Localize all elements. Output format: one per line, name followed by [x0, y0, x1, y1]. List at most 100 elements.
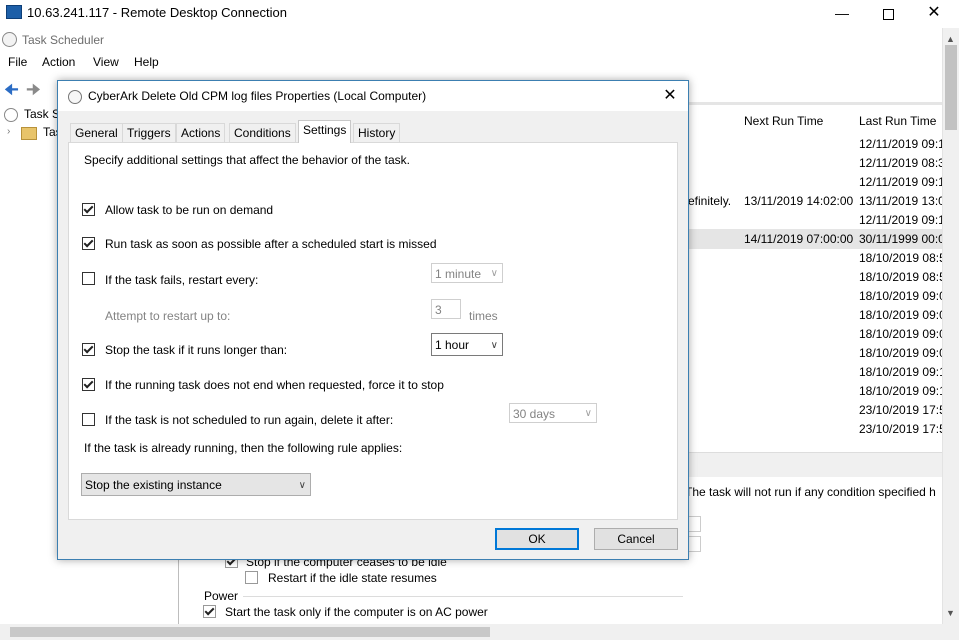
- menu-file[interactable]: File: [8, 55, 27, 69]
- idle-restart-label: Restart if the idle state resumes: [268, 571, 437, 585]
- navigation-tree: Task S › Tas: [0, 100, 62, 640]
- tab-settings[interactable]: Settings: [298, 120, 352, 143]
- allow-demand-label[interactable]: Allow task to be run on demand: [105, 203, 273, 217]
- close-icon: ✕: [663, 87, 677, 104]
- horizontal-scrollbar[interactable]: [0, 624, 959, 640]
- last-run-value: 18/10/2019 09:0: [859, 308, 942, 322]
- stop-duration-value: 1 hour: [435, 338, 470, 352]
- conditions-warning-text: The task will not run if any condition s…: [685, 485, 936, 499]
- menu-action[interactable]: Action: [42, 55, 75, 69]
- scroll-thumb[interactable]: [945, 45, 957, 130]
- hscroll-thumb[interactable]: [10, 627, 490, 637]
- column-next-run-time[interactable]: Next Run Time: [744, 114, 823, 128]
- power-group-line: [243, 596, 683, 597]
- chevron-down-icon: ∨: [490, 268, 498, 279]
- tab-general[interactable]: General: [70, 123, 123, 143]
- last-run-value: 18/10/2019 09:0: [859, 327, 942, 341]
- right-combo-stub: [688, 516, 701, 532]
- row-fragment-text: efinitely.: [688, 194, 732, 208]
- tab-actions[interactable]: Actions: [176, 123, 226, 143]
- delete-after-value: 30 days: [513, 407, 556, 421]
- dialog-title: CyberArk Delete Old CPM log files Proper…: [88, 89, 427, 103]
- menu-help[interactable]: Help: [134, 55, 159, 69]
- tab-history[interactable]: History: [353, 123, 401, 143]
- maximize-icon: [882, 8, 894, 20]
- rule-label: If the task is already running, then the…: [84, 441, 403, 455]
- conditions-panel-visible-area: Stop if the computer ceases to be idle R…: [178, 555, 699, 624]
- restart-fail-checkbox[interactable]: [82, 272, 95, 285]
- folder-icon: [21, 127, 37, 140]
- delete-after-checkbox[interactable]: [82, 413, 95, 426]
- column-last-run-time[interactable]: Last Run Time: [859, 114, 936, 128]
- task-scheduler-title: Task Scheduler: [22, 33, 105, 47]
- dialog-close-button[interactable]: ✕: [658, 85, 682, 107]
- chevron-down-icon: ∨: [490, 340, 498, 351]
- idle-restart-checkbox[interactable]: [245, 571, 258, 584]
- settings-intro: Specify additional settings that affect …: [84, 153, 410, 167]
- close-button[interactable]: ✕: [911, 0, 957, 26]
- task-properties-dialog: CyberArk Delete Old CPM log files Proper…: [57, 80, 689, 560]
- scroll-down-icon[interactable]: ▼: [946, 608, 955, 618]
- last-run-value: 18/10/2019 09:1: [859, 365, 942, 379]
- last-run-value: 23/10/2019 17:5: [859, 422, 942, 436]
- task-clock-icon: [68, 90, 82, 104]
- vertical-scrollbar[interactable]: ▲ ▼: [942, 28, 959, 624]
- tab-triggers[interactable]: Triggers: [122, 123, 176, 143]
- tree-root-label[interactable]: Task S: [24, 107, 60, 121]
- last-run-value: 18/10/2019 09:1: [859, 384, 942, 398]
- last-run-value: 30/11/1999 00:0: [859, 232, 942, 246]
- last-run-value: 12/11/2019 09:1: [859, 213, 942, 227]
- last-run-value: 12/11/2019 08:3: [859, 156, 942, 170]
- last-run-value: 13/11/2019 13:0: [859, 194, 942, 208]
- delete-after-select[interactable]: 30 days ∨: [509, 403, 597, 423]
- power-group-label: Power: [204, 589, 239, 603]
- tab-conditions[interactable]: Conditions: [229, 123, 296, 143]
- stop-longer-label[interactable]: Stop the task if it runs longer than:: [105, 343, 287, 357]
- rule-value: Stop the existing instance: [85, 478, 222, 492]
- tree-root-icon: [4, 108, 18, 122]
- chevron-down-icon: ∨: [584, 408, 592, 419]
- scroll-up-icon[interactable]: ▲: [946, 34, 955, 44]
- dialog-titlebar: CyberArk Delete Old CPM log files Proper…: [58, 81, 688, 111]
- clock-icon: [2, 32, 17, 47]
- delete-after-label[interactable]: If the task is not scheduled to run agai…: [105, 413, 393, 427]
- restart-interval-select[interactable]: 1 minute ∨: [431, 263, 503, 283]
- restart-attempts-value: 3: [435, 303, 442, 317]
- maximize-button[interactable]: [865, 0, 911, 26]
- allow-demand-checkbox[interactable]: [82, 203, 95, 216]
- restart-interval-value: 1 minute: [435, 267, 482, 281]
- next-run-value: 14/11/2019 07:00:00: [744, 232, 854, 246]
- cancel-button[interactable]: Cancel: [594, 528, 678, 550]
- power-ac-label: Start the task only if the computer is o…: [225, 605, 488, 619]
- power-ac-checkbox[interactable]: [203, 605, 216, 618]
- next-run-value: 13/11/2019 14:02:00: [744, 194, 854, 208]
- rdp-titlebar: 10.63.241.117 - Remote Desktop Connectio…: [0, 0, 959, 26]
- last-run-value: 18/10/2019 09:0: [859, 346, 942, 360]
- last-run-value: 18/10/2019 09:0: [859, 289, 942, 303]
- last-run-value: 18/10/2019 08:5: [859, 251, 942, 265]
- restart-fail-label[interactable]: If the task fails, restart every:: [105, 273, 258, 287]
- restart-attempts-label: Attempt to restart up to:: [105, 309, 231, 323]
- rdp-window-title: 10.63.241.117 - Remote Desktop Connectio…: [27, 5, 287, 20]
- force-stop-checkbox[interactable]: [82, 378, 95, 391]
- chevron-down-icon: ∨: [298, 480, 306, 491]
- task-scheduler-titlebar: Task Scheduler: [0, 28, 944, 52]
- column-divider: [688, 102, 942, 105]
- menu-view[interactable]: View: [93, 55, 119, 69]
- restart-attempts-unit: times: [469, 309, 498, 323]
- run-missed-label[interactable]: Run task as soon as possible after a sch…: [105, 237, 437, 251]
- last-run-value: 23/10/2019 17:5: [859, 403, 942, 417]
- restart-attempts-input[interactable]: 3: [431, 299, 461, 319]
- ok-button[interactable]: OK: [495, 528, 579, 550]
- stop-longer-checkbox[interactable]: [82, 343, 95, 356]
- settings-panel: Specify additional settings that affect …: [68, 142, 678, 520]
- rule-select[interactable]: Stop the existing instance ∨: [81, 473, 311, 496]
- stop-duration-select[interactable]: 1 hour ∨: [431, 333, 503, 356]
- last-run-value: 12/11/2019 09:1: [859, 175, 942, 189]
- minimize-button[interactable]: —: [819, 0, 865, 26]
- force-stop-label[interactable]: If the running task does not end when re…: [105, 378, 444, 392]
- last-run-column: 12/11/2019 09:1 12/11/2019 08:3 12/11/2019…: [859, 137, 942, 449]
- last-run-value: 18/10/2019 08:5: [859, 270, 942, 284]
- run-missed-checkbox[interactable]: [82, 237, 95, 250]
- tree-expand-icon[interactable]: ›: [7, 126, 10, 137]
